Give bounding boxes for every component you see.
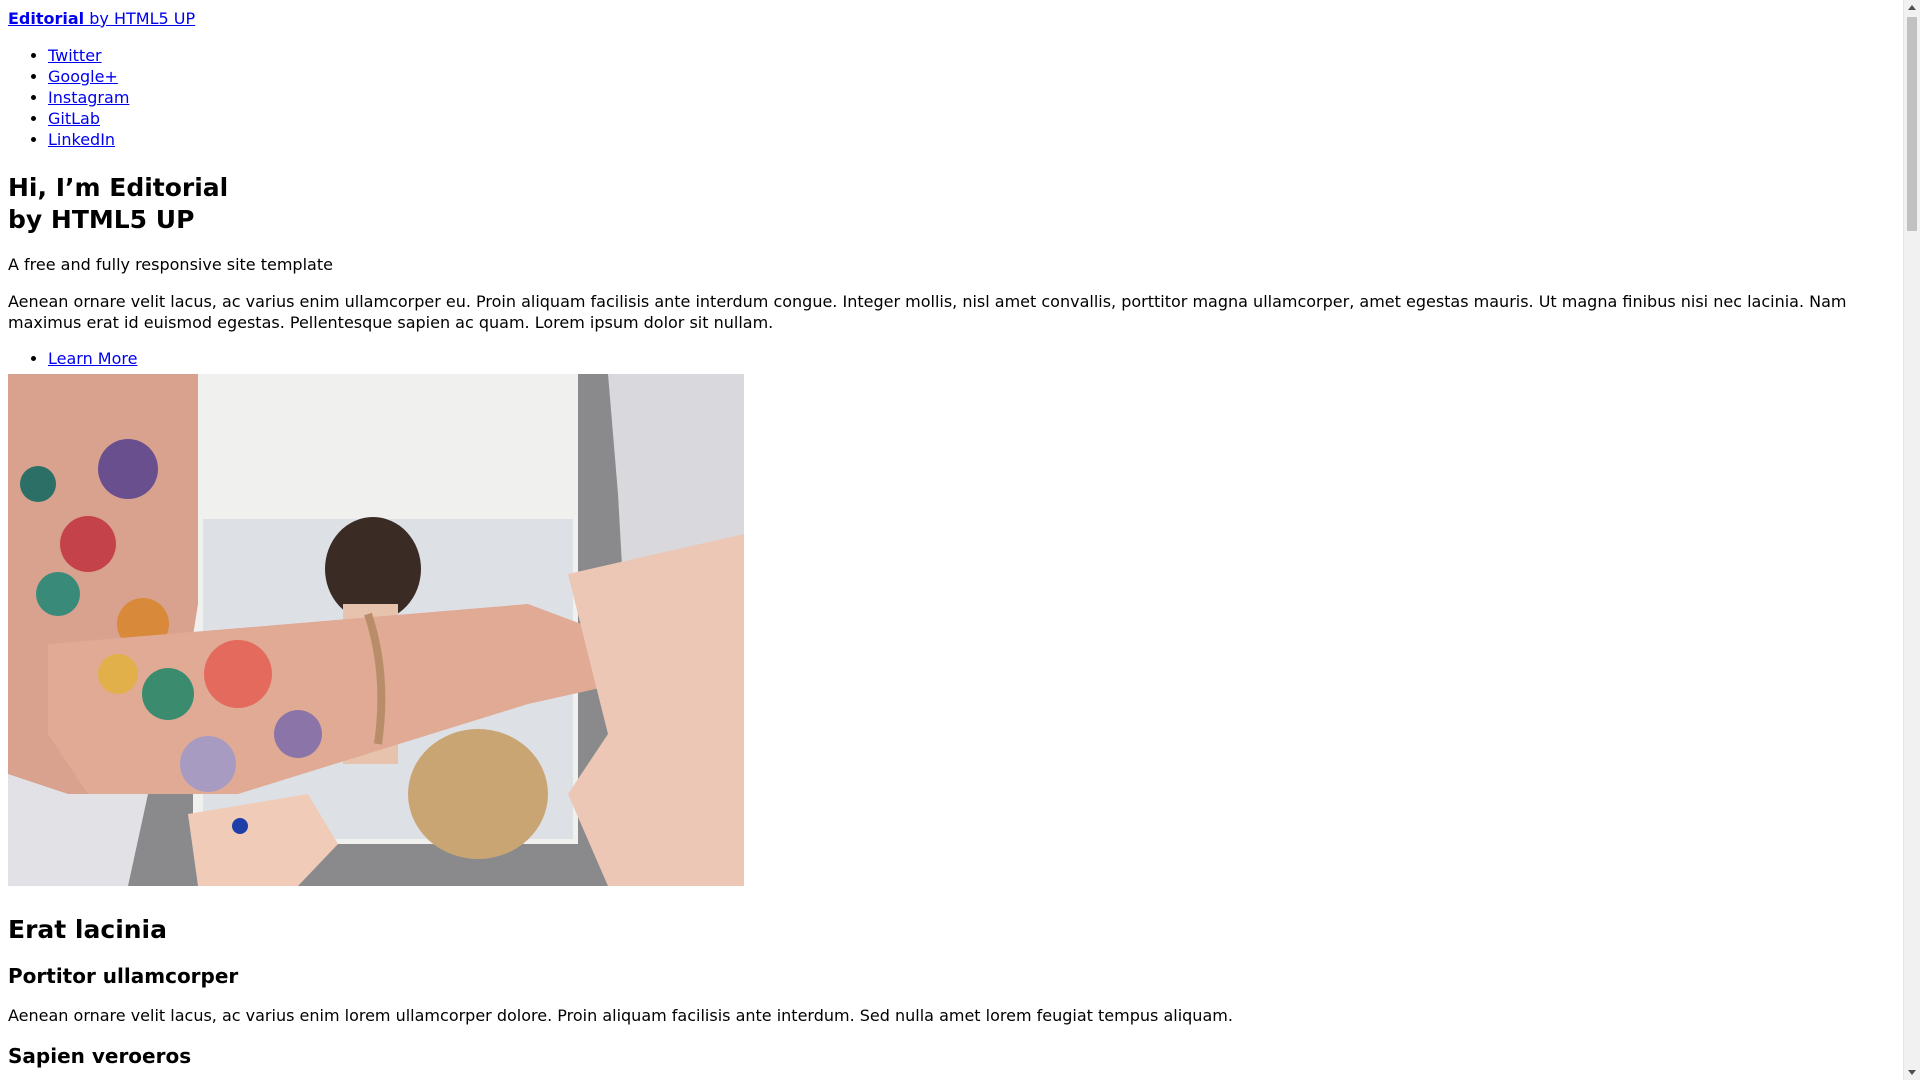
gitlab-link[interactable]: GitLab — [48, 109, 100, 128]
banner-actions: Learn More — [8, 348, 1895, 369]
social-item-linkedin: LinkedIn — [48, 129, 1895, 150]
social-links-list: Twitter Google+ Instagram GitLab LinkedI… — [8, 45, 1895, 150]
learn-more-link[interactable]: Learn More — [48, 349, 137, 368]
banner-title: Hi, I’m Editorial by HTML5 UP — [8, 172, 1895, 236]
banner-text: Aenean ornare velit lacus, ac varius eni… — [8, 292, 1847, 332]
social-item-twitter: Twitter — [48, 45, 1895, 66]
scrollbar-thumb[interactable] — [1907, 17, 1917, 231]
feature-item: Portitor ullamcorper Aenean ornare velit… — [8, 964, 1895, 1026]
banner-title-line2: by HTML5 UP — [8, 205, 195, 234]
section-title: Erat lacinia — [8, 915, 167, 944]
banner: Hi, I’m Editorial by HTML5 UP A free and… — [8, 172, 1895, 886]
logo-strong: Editorial — [8, 9, 85, 28]
scroll-down-arrow-icon[interactable] — [1908, 1070, 1916, 1075]
action-item: Learn More — [48, 348, 1895, 369]
feature-item: Sapien veroeros — [8, 1044, 1895, 1068]
logo-rest: by HTML5 UP — [84, 9, 196, 28]
banner-image — [8, 374, 744, 886]
feature-text: Aenean ornare velit lacus, ac varius eni… — [8, 1006, 1233, 1025]
feature-title: Sapien veroeros — [8, 1044, 192, 1068]
tattooed-arms-photo — [8, 374, 744, 886]
social-item-googleplus: Google+ — [48, 66, 1895, 87]
scroll-up-arrow-icon[interactable] — [1908, 5, 1916, 10]
banner-title-line1: Hi, I’m Editorial — [8, 173, 229, 202]
page: Editorial by HTML5 UP Twitter Google+ In… — [0, 0, 1903, 1080]
social-item-instagram: Instagram — [48, 87, 1895, 108]
linkedin-link[interactable]: LinkedIn — [48, 130, 115, 149]
site-header: Editorial by HTML5 UP Twitter Google+ In… — [8, 0, 1895, 150]
vertical-scrollbar[interactable] — [1903, 0, 1920, 1080]
banner-subtitle: A free and fully responsive site templat… — [8, 255, 333, 274]
instagram-link[interactable]: Instagram — [48, 88, 129, 107]
googleplus-link[interactable]: Google+ — [48, 67, 118, 86]
site-logo-link[interactable]: Editorial by HTML5 UP — [8, 9, 195, 29]
twitter-link[interactable]: Twitter — [48, 46, 102, 65]
social-item-gitlab: GitLab — [48, 108, 1895, 129]
feature-title: Portitor ullamcorper — [8, 964, 239, 988]
features-section: Erat lacinia Portitor ullamcorper Aenean… — [8, 914, 1895, 1068]
